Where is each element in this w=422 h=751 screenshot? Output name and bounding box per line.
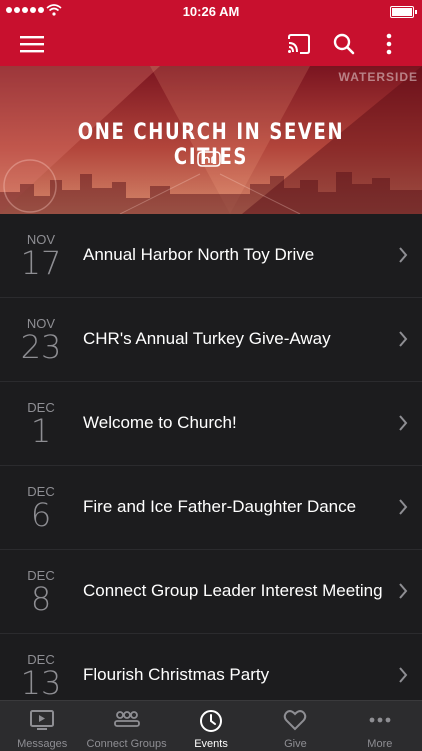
event-title: Fire and Ice Father-Daughter Dance (83, 497, 357, 516)
event-row[interactable]: NOV 17 Annual Harbor North Toy Drive (0, 214, 422, 298)
overflow-menu-button[interactable] (373, 28, 405, 60)
event-day: 6 (30, 496, 52, 534)
chevron-right-icon (399, 667, 408, 683)
hero-banner: WATERSIDE ONE CHURCH IN SEVEN CITIES (0, 66, 422, 214)
heart-icon (284, 710, 307, 731)
cast-icon (288, 34, 310, 54)
clock-icon (200, 710, 223, 732)
tab-events[interactable]: Events (169, 701, 253, 751)
tab-label: More (367, 738, 393, 750)
event-day: 17 (20, 244, 62, 282)
tab-label: Give (284, 738, 307, 750)
search-button[interactable] (328, 28, 360, 60)
hamburger-menu-icon (20, 36, 44, 53)
vertical-dots-icon (386, 33, 392, 55)
status-time: 10:26 AM (182, 4, 240, 19)
waterside-sign: WATERSIDE (338, 70, 418, 84)
tab-label: Connect Groups (86, 738, 167, 750)
cast-button[interactable] (283, 28, 315, 60)
event-day: 23 (20, 328, 62, 366)
chevron-right-icon (399, 499, 408, 515)
tab-give[interactable]: Give (253, 701, 337, 751)
event-row[interactable]: NOV 23 CHR's Annual Turkey Give-Away (0, 298, 422, 382)
event-title: Welcome to Church! (83, 413, 237, 432)
event-title: CHR's Annual Turkey Give-Away (83, 329, 331, 348)
tab-messages[interactable]: Messages (0, 701, 84, 751)
event-title: Annual Harbor North Toy Drive (83, 245, 315, 264)
search-icon (333, 33, 355, 55)
event-row[interactable]: DEC 6 Fire and Ice Father-Daughter Dance (0, 466, 422, 550)
tab-label: Events (194, 738, 228, 750)
event-title: Connect Group Leader Interest Meeting (83, 581, 383, 600)
chevron-right-icon (399, 415, 408, 431)
status-bar: 10:26 AM (0, 0, 422, 22)
tv-icon (30, 710, 55, 730)
tab-connect-groups[interactable]: Connect Groups (84, 701, 168, 751)
event-day: 1 (30, 412, 52, 450)
group-icon (113, 711, 140, 727)
chevron-right-icon (399, 247, 408, 263)
top-nav-bar (0, 22, 422, 66)
bottom-tab-bar: Messages Connect Groups Events Give More (0, 700, 422, 751)
events-list: NOV 17 Annual Harbor North Toy Drive NOV… (0, 214, 422, 700)
church-logo-icon (197, 151, 221, 167)
menu-button[interactable] (16, 28, 48, 60)
event-title: Flourish Christmas Party (83, 665, 270, 684)
chevron-right-icon (399, 331, 408, 347)
tab-more[interactable]: More (338, 701, 422, 751)
battery-icon (390, 6, 417, 18)
event-day: 13 (20, 664, 62, 700)
tab-label: Messages (17, 738, 68, 750)
chevron-right-icon (399, 583, 408, 599)
event-row[interactable]: DEC 8 Connect Group Leader Interest Meet… (0, 550, 422, 634)
event-row[interactable]: DEC 13 Flourish Christmas Party (0, 634, 422, 700)
event-day: 8 (30, 580, 52, 618)
more-dots-icon (369, 717, 391, 723)
event-row[interactable]: DEC 1 Welcome to Church! (0, 382, 422, 466)
